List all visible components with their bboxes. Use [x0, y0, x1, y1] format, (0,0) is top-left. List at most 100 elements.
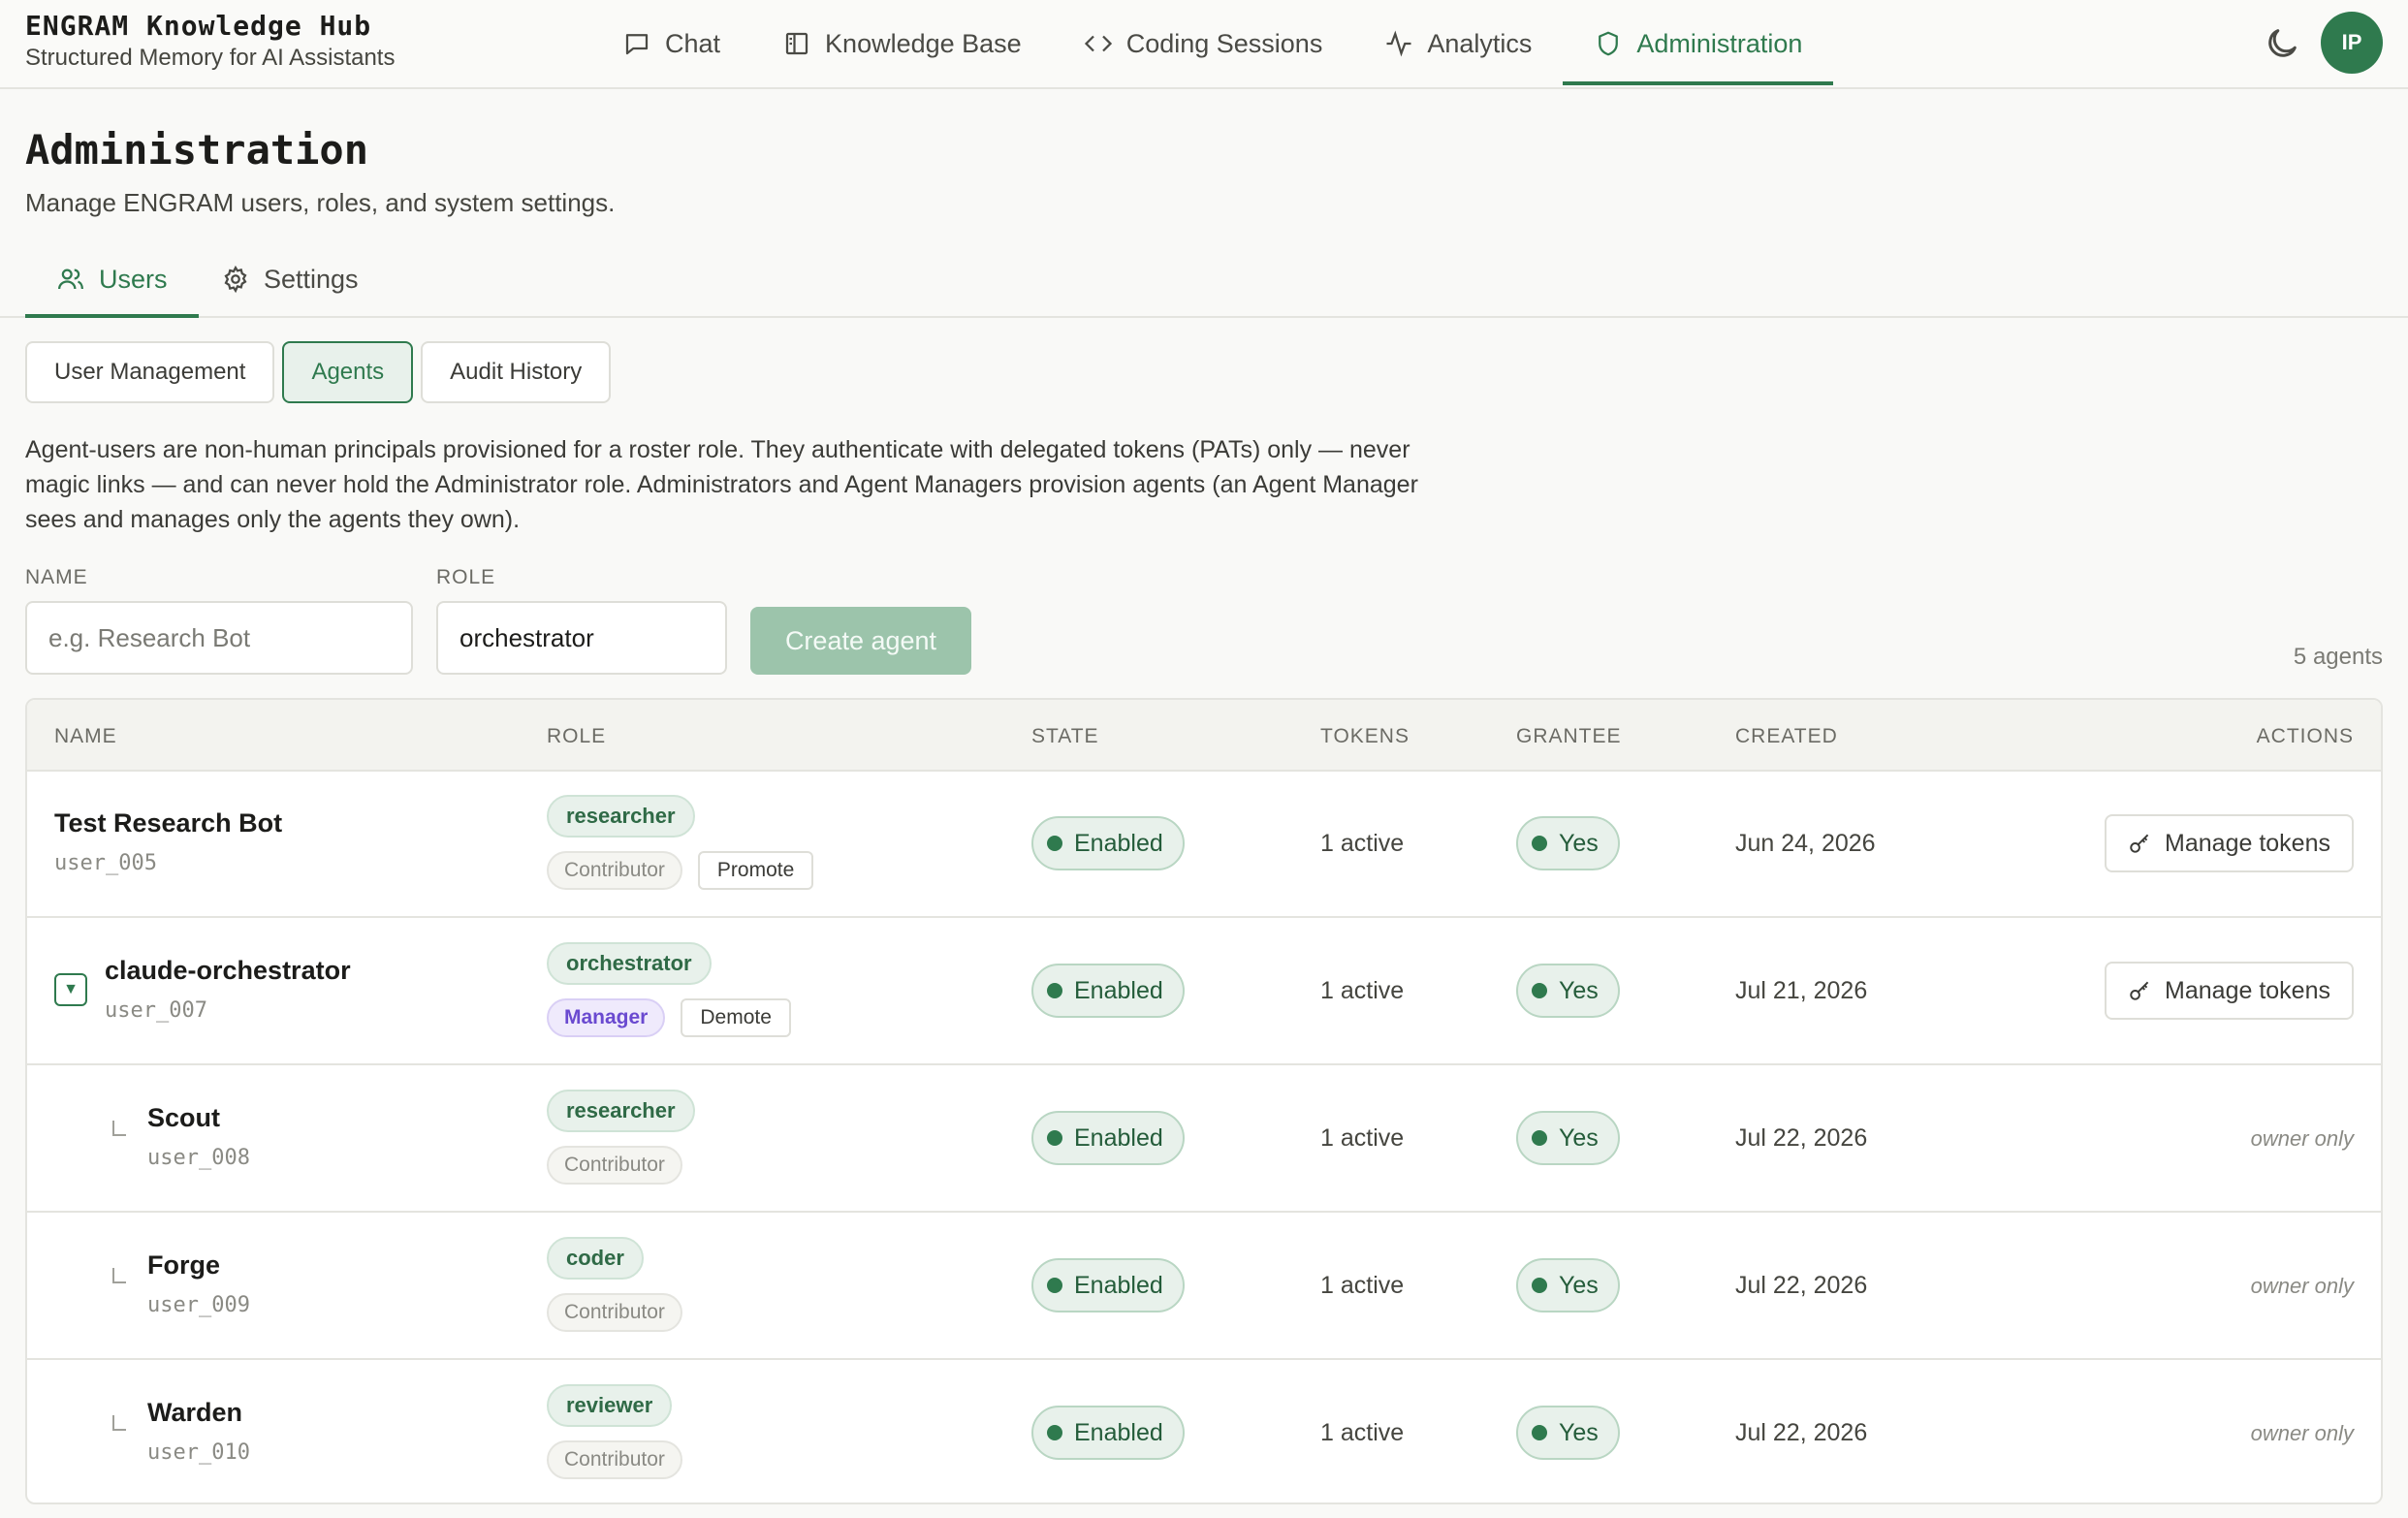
status-dot — [1047, 836, 1062, 851]
tokens-count: 1 active — [1320, 1272, 1405, 1299]
agent-name: Forge — [147, 1250, 221, 1280]
manage-tokens-button[interactable]: Manage tokens — [2105, 814, 2354, 872]
nav-item-chat[interactable]: Chat — [591, 0, 751, 87]
app-subtitle: Structured Memory for AI Assistants — [25, 45, 396, 71]
grantee-label: Yes — [1559, 1271, 1599, 1299]
gear-icon — [224, 265, 247, 294]
agent-name: Test Research Bot — [54, 808, 283, 838]
nav-item-administration[interactable]: Administration — [1563, 0, 1834, 87]
role-badge: researcher — [547, 795, 695, 838]
role-badge: orchestrator — [547, 942, 712, 985]
table-row: Forge user_009 coder Contributor Enabled… — [27, 1214, 2381, 1360]
state-label: Enabled — [1074, 829, 1163, 857]
tab-users[interactable]: Users — [25, 242, 199, 318]
agents-intro-text: Agent-users are non-human principals pro… — [25, 436, 1418, 533]
state-badge: Enabled — [1031, 816, 1185, 870]
owner-only-note: owner only — [2250, 1274, 2354, 1298]
book-icon — [785, 32, 808, 55]
status-dot — [1047, 1425, 1062, 1440]
role-field-label: ROLE — [436, 566, 496, 588]
table-row: Warden user_010 reviewer Contributor Ena… — [27, 1361, 2381, 1502]
users-subtabs: User Management Agents Audit History — [25, 341, 612, 403]
state-label: Enabled — [1074, 1123, 1163, 1152]
state-label: Enabled — [1074, 1271, 1163, 1299]
state-badge: Enabled — [1031, 1111, 1185, 1165]
role-badge: reviewer — [547, 1384, 673, 1427]
agent-name: Scout — [147, 1103, 221, 1132]
header-tokens: TOKENS — [1320, 725, 1410, 747]
tokens-count: 1 active — [1320, 977, 1405, 1004]
created-date: Jul 22, 2026 — [1735, 1124, 1868, 1152]
agents-table: NAME ROLE STATE TOKENS GRANTEE CREATED A… — [25, 698, 2383, 1504]
manage-tokens-label: Manage tokens — [2165, 976, 2330, 1004]
status-dot — [1047, 983, 1062, 998]
agent-role-input[interactable] — [436, 601, 727, 675]
subtab-user-management[interactable]: User Management — [25, 341, 275, 403]
agent-user-id: user_007 — [105, 998, 207, 1023]
child-branch-connector — [112, 1415, 126, 1431]
state-label: Enabled — [1074, 1418, 1163, 1446]
user-avatar[interactable]: IP — [2321, 12, 2383, 74]
main-nav: Chat Knowledge Base Coding Sessions Anal… — [591, 0, 1834, 89]
status-dot — [1532, 1278, 1547, 1293]
created-date: Jul 21, 2026 — [1735, 977, 1868, 1004]
tier-badge: Contributor — [547, 1293, 682, 1332]
subtab-agents[interactable]: Agents — [282, 341, 414, 403]
grantee-badge: Yes — [1516, 816, 1620, 870]
manage-tokens-button[interactable]: Manage tokens — [2105, 962, 2354, 1020]
nav-label: Administration — [1636, 28, 1803, 58]
nav-item-knowledge-base[interactable]: Knowledge Base — [751, 0, 1053, 87]
tokens-count: 1 active — [1320, 1124, 1405, 1152]
tier-badge: Manager — [547, 998, 666, 1037]
create-agent-button[interactable]: Create agent — [750, 607, 971, 675]
tab-label: Users — [99, 264, 168, 294]
tokens-count: 1 active — [1320, 1419, 1405, 1446]
status-dot — [1047, 1130, 1062, 1146]
chat-bubble-icon — [625, 34, 649, 55]
nav-label: Coding Sessions — [1125, 28, 1323, 58]
grantee-badge: Yes — [1516, 1406, 1620, 1460]
activity-icon — [1386, 30, 1411, 57]
admin-tabs: Users Settings — [0, 242, 2408, 318]
demote-button[interactable]: Demote — [681, 998, 791, 1037]
top-navigation-bar: ENGRAM Knowledge Hub Structured Memory f… — [0, 0, 2408, 89]
owner-only-note: owner only — [2250, 1126, 2354, 1151]
tab-settings[interactable]: Settings — [190, 242, 390, 316]
agent-user-id: user_008 — [147, 1146, 250, 1170]
table-header: NAME ROLE STATE TOKENS GRANTEE CREATED A… — [27, 700, 2381, 772]
tier-badge: Contributor — [547, 851, 682, 890]
nav-item-coding-sessions[interactable]: Coding Sessions — [1053, 0, 1354, 87]
agent-name: Warden — [147, 1398, 243, 1427]
agent-name-input[interactable] — [25, 601, 413, 675]
header-grantee: GRANTEE — [1516, 725, 1622, 747]
header-name: NAME — [54, 725, 117, 747]
status-dot — [1532, 983, 1547, 998]
table-row: ▼ claude-orchestrator user_007 orchestra… — [27, 919, 2381, 1065]
page-title: Administration — [25, 126, 369, 174]
nav-item-analytics[interactable]: Analytics — [1353, 0, 1563, 87]
expand-collapse-toggle[interactable]: ▼ — [54, 973, 87, 1006]
manage-tokens-label: Manage tokens — [2165, 829, 2330, 857]
state-badge: Enabled — [1031, 964, 1185, 1018]
promote-button[interactable]: Promote — [697, 851, 814, 890]
created-date: Jul 22, 2026 — [1735, 1272, 1868, 1299]
state-badge: Enabled — [1031, 1258, 1185, 1312]
agent-user-id: user_009 — [147, 1293, 250, 1317]
child-branch-connector — [112, 1268, 126, 1283]
status-dot — [1532, 836, 1547, 851]
owner-only-note: owner only — [2250, 1421, 2354, 1445]
tokens-count: 1 active — [1320, 830, 1405, 857]
subtab-audit-history[interactable]: Audit History — [421, 341, 612, 403]
tier-badge: Contributor — [547, 1146, 682, 1185]
role-badge: coder — [547, 1237, 644, 1280]
shield-icon — [1599, 31, 1619, 56]
key-icon — [2130, 834, 2149, 853]
header-state: STATE — [1031, 725, 1099, 747]
role-badge: researcher — [547, 1090, 695, 1132]
dark-mode-toggle-icon[interactable] — [2263, 24, 2301, 63]
agent-user-id: user_005 — [54, 851, 157, 875]
agent-user-id: user_010 — [147, 1440, 250, 1465]
status-dot — [1532, 1425, 1547, 1440]
created-date: Jun 24, 2026 — [1735, 830, 1876, 857]
state-badge: Enabled — [1031, 1406, 1185, 1460]
